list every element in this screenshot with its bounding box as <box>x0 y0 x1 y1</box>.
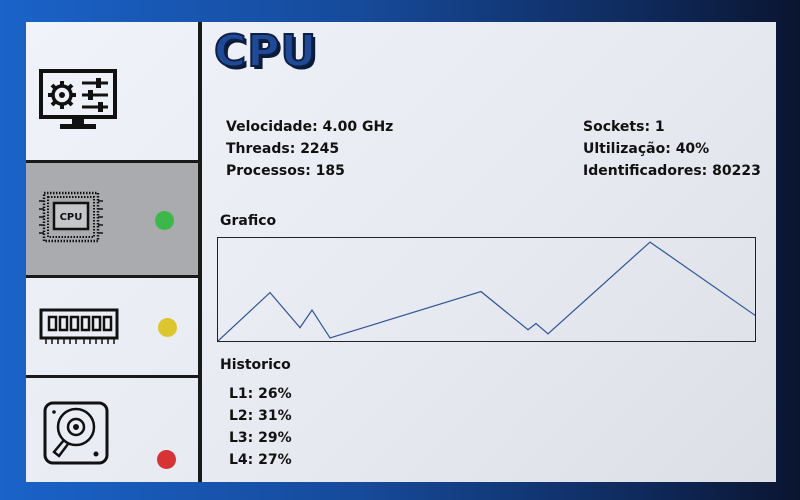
app-window: CPU CPU Velocidade: 4.00 GHz Threads: 22… <box>26 22 776 482</box>
historico-row-l3: L3: 29% <box>229 430 292 446</box>
hard-disk-icon <box>43 401 109 465</box>
info-identificadores: Identificadores: 80223 <box>583 163 761 179</box>
graph-label: Grafico <box>220 213 277 229</box>
cpu-status-dot <box>155 211 174 230</box>
historico-row-l1: L1: 26% <box>229 386 292 402</box>
usage-point-1 <box>269 292 271 294</box>
usage-point-3 <box>311 309 313 311</box>
sidebar-item-settings[interactable] <box>26 22 198 163</box>
sidebar: CPU <box>26 22 198 482</box>
memory-status-dot <box>158 318 177 337</box>
usage-point-9 <box>649 241 651 243</box>
usage-graph <box>217 237 756 342</box>
cpu-chip-label: CPU <box>60 212 83 223</box>
sidebar-divider <box>198 22 202 482</box>
usage-point-6 <box>527 329 529 331</box>
usage-point-4 <box>329 337 331 339</box>
cpu-chip-icon: CPU <box>39 191 103 243</box>
usage-point-7 <box>535 322 537 325</box>
info-sockets: Sockets: 1 <box>583 119 665 135</box>
sidebar-item-cpu[interactable]: CPU <box>26 160 198 278</box>
sidebar-item-disk[interactable] <box>26 378 198 482</box>
info-processos: Processos: 185 <box>226 163 345 179</box>
page-title: CPU <box>213 25 318 78</box>
historico-row-l2: L2: 31% <box>229 408 292 424</box>
settings-monitor-icon <box>39 69 117 129</box>
info-utilizacao: Ultilização: 40% <box>583 141 710 157</box>
info-velocidade: Velocidade: 4.00 GHz <box>226 119 394 135</box>
usage-point-2 <box>299 327 301 329</box>
usage-point-5 <box>480 291 482 293</box>
usage-point-8 <box>547 333 549 335</box>
usage-graph-canvas <box>218 241 755 341</box>
sidebar-item-memory[interactable] <box>26 278 198 378</box>
historico-label: Historico <box>220 357 291 373</box>
info-threads: Threads: 2245 <box>226 141 340 157</box>
disk-status-dot <box>157 450 176 469</box>
usage-series-line <box>218 241 755 341</box>
ram-module-icon <box>39 308 119 344</box>
historico-row-l4: L4: 27% <box>229 452 292 468</box>
